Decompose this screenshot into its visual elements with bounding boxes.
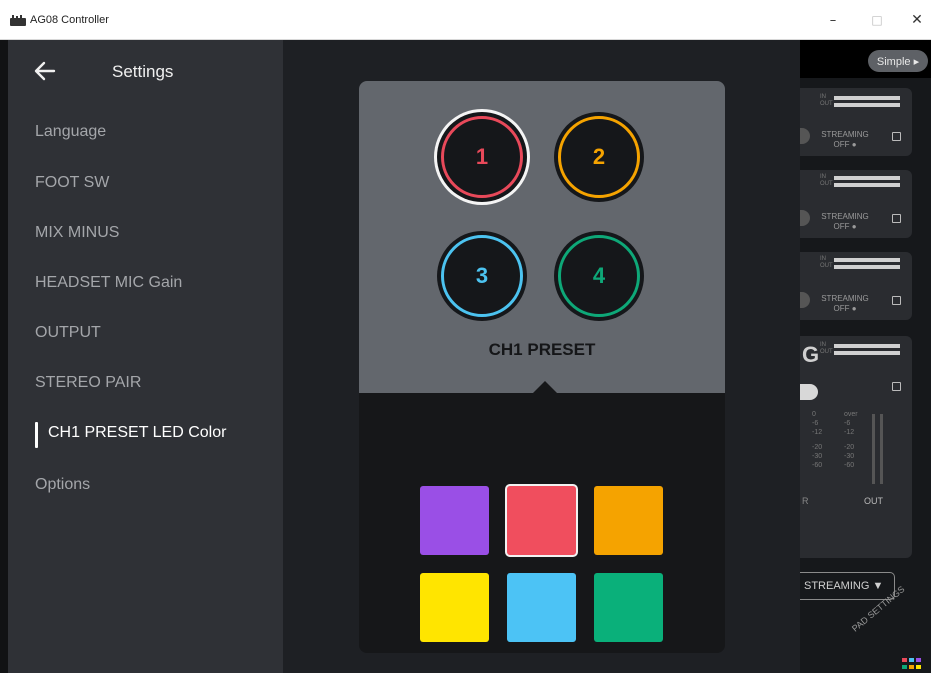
level-meter [834, 265, 900, 269]
sidebar-item-output[interactable]: OUTPUT [35, 324, 101, 342]
meter-scale-left: 0 -6 -12 -20 -30 -60 [812, 411, 823, 469]
settings-title: Settings [112, 62, 174, 81]
app-icon [10, 15, 26, 26]
channel-card: IN OUT STREAMING OFF ● [800, 88, 912, 156]
sidebar-item-headset-mic-gain[interactable]: HEADSET MIC Gain [35, 274, 182, 292]
preset-button-3[interactable]: 3 [437, 231, 527, 321]
preset-label: CH1 PRESET [488, 340, 596, 359]
background-mixer-panel: Simple ▸ IN OUT STREAMING OFF ● IN OUT STRE… [800, 40, 931, 673]
app-window: AG08 Controller – □ ✕ Simple ▸ IN OUT STR… [0, 0, 931, 673]
sidebar-item-foot-sw[interactable]: FOOT SW [35, 174, 109, 192]
sidebar-item-language[interactable]: Language [35, 123, 106, 141]
io-label: IN OUT [820, 256, 833, 269]
channel-card: IN OUT STREAMING OFF ● [800, 252, 912, 320]
color-swatch-green[interactable] [594, 573, 663, 642]
partial-channel-name: G [802, 342, 820, 367]
minimize-button[interactable]: – [822, 10, 844, 30]
sidebar-item-mix-minus[interactable]: MIX MINUS [35, 224, 119, 242]
open-external-icon[interactable] [892, 382, 901, 391]
open-external-icon[interactable] [892, 296, 901, 305]
channel-toggle[interactable] [800, 292, 810, 308]
sidebar-item-stereo-pair[interactable]: STEREO PAIR [35, 374, 141, 392]
streaming-status: STREAMING OFF ● [821, 130, 869, 149]
pad-grid-icon[interactable] [902, 658, 922, 672]
meter-scale-right: over -6 -12 -20 -30 -60 [844, 411, 858, 469]
level-meter [834, 344, 900, 348]
preset-number: 1 [475, 144, 489, 169]
color-swatch-red[interactable] [507, 486, 576, 555]
streaming-status: STREAMING OFF ● [821, 294, 869, 313]
popup-pointer [533, 381, 557, 393]
level-meter [834, 258, 900, 262]
preset-preview-area: 1 2 3 4 CH1 PRESET [359, 81, 725, 393]
open-external-icon[interactable] [892, 214, 901, 223]
color-swatch-yellow[interactable] [420, 573, 489, 642]
title-bar: AG08 Controller – □ ✕ [0, 0, 931, 40]
meter-bar [880, 414, 883, 484]
preset-button-1[interactable]: 1 [437, 112, 527, 202]
preset-button-4[interactable]: 4 [554, 231, 644, 321]
level-meter [834, 103, 900, 107]
settings-sidebar: Settings Language FOOT SW MIX MINUS HEAD… [0, 40, 283, 673]
r-label: R [802, 496, 809, 506]
sidebar-item-options[interactable]: Options [35, 476, 90, 494]
meter-bar [872, 414, 875, 484]
background-topbar: Simple ▸ [800, 40, 931, 78]
io-label: IN OUT [820, 174, 833, 187]
color-swatch-orange[interactable] [594, 486, 663, 555]
color-swatch-purple[interactable] [420, 486, 489, 555]
streaming-dropdown[interactable]: STREAMING ▼ [800, 572, 895, 600]
channel-toggle[interactable] [800, 210, 810, 226]
close-button[interactable]: ✕ [906, 10, 928, 30]
out-label: OUT [864, 496, 883, 506]
level-meter [834, 183, 900, 187]
open-external-icon[interactable] [892, 132, 901, 141]
io-label: IN OUT [820, 94, 833, 107]
channel-toggle[interactable] [800, 128, 810, 144]
channel-card: IN OUT STREAMING OFF ● [800, 170, 912, 238]
streaming-status: STREAMING OFF ● [821, 212, 869, 231]
channel-card-expanded: G IN OUT 0 -6 -12 -20 -30 -60 over -6 -1… [800, 336, 912, 558]
preset-number: 3 [475, 263, 489, 288]
preset-number: 2 [592, 144, 606, 169]
sidebar-item-ch1-preset-led-color[interactable]: CH1 PRESET LED Color [48, 424, 226, 442]
level-meter [834, 351, 900, 355]
color-swatch-light-blue[interactable] [507, 573, 576, 642]
preset-number: 4 [592, 263, 606, 288]
preset-button-2[interactable]: 2 [554, 112, 644, 202]
channel-toggle[interactable] [800, 384, 818, 400]
level-meter [834, 96, 900, 100]
arrow-left-icon[interactable] [32, 58, 58, 84]
window-title: AG08 Controller [30, 14, 109, 26]
io-label: IN OUT [820, 342, 833, 355]
simple-mode-button[interactable]: Simple ▸ [868, 50, 928, 72]
main-area: Simple ▸ IN OUT STREAMING OFF ● IN OUT STRE… [0, 40, 931, 673]
active-indicator [35, 422, 38, 448]
level-meter [834, 176, 900, 180]
maximize-button[interactable]: □ [866, 10, 888, 30]
led-color-popup: 1 2 3 4 CH1 PRESET [359, 81, 725, 653]
